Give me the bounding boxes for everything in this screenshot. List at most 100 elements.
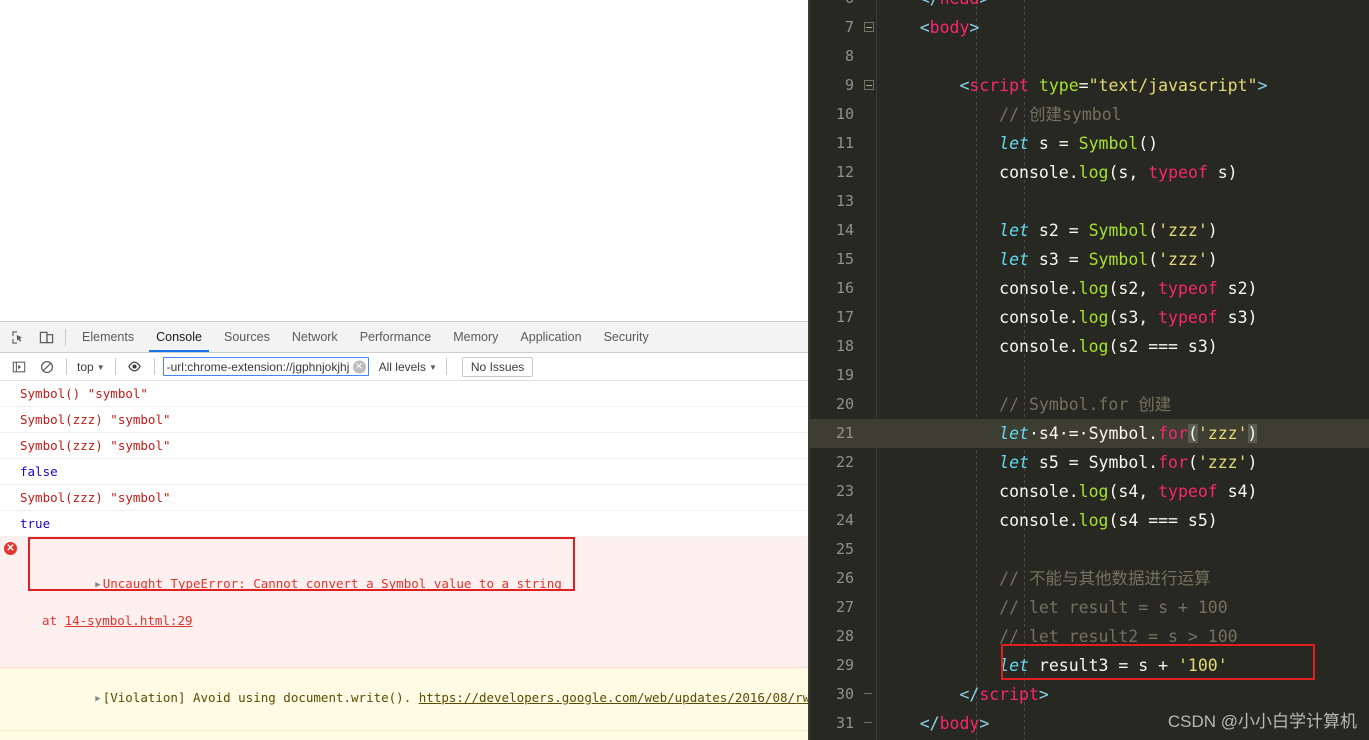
code-text: console.log(s4 === s5) bbox=[999, 506, 1218, 535]
code-line[interactable]: 18 console.log(s2 === s3) bbox=[808, 332, 1369, 361]
fold-dash-icon[interactable] bbox=[864, 718, 872, 728]
clear-input-icon[interactable]: ✕ bbox=[352, 360, 366, 373]
console-message-list[interactable]: Symbol() "symbol" Symbol(zzz) "symbol" S… bbox=[0, 381, 808, 740]
line-number: 21 bbox=[835, 424, 854, 442]
code-line[interactable]: 20 // Symbol.for 创建 bbox=[808, 390, 1369, 419]
tab-performance[interactable]: Performance bbox=[349, 322, 443, 352]
console-warning-message[interactable]: ▶ [Violation] Avoid using document.write(… bbox=[0, 668, 808, 731]
console-error-message[interactable]: ✕ ▶ Uncaught TypeError: Cannot convert a … bbox=[0, 537, 808, 668]
code-line[interactable]: 11 let s = Symbol() bbox=[808, 129, 1369, 158]
code-line[interactable]: 10 // 创建symbol bbox=[808, 100, 1369, 129]
devtools-panel: Elements Console Sources Network Perform… bbox=[0, 321, 808, 740]
code-token: </ bbox=[959, 685, 980, 704]
code-line[interactable]: 16 console.log(s2, typeof s2) bbox=[808, 274, 1369, 303]
code-token: console. bbox=[999, 511, 1079, 530]
live-expression-icon[interactable] bbox=[121, 354, 149, 380]
chevron-down-icon: ▼ bbox=[96, 363, 105, 372]
code-token: // let result = s + 100 bbox=[999, 598, 1228, 617]
tab-sources[interactable]: Sources bbox=[213, 322, 281, 352]
line-number: 27 bbox=[835, 598, 854, 616]
code-line[interactable]: 14 let s2 = Symbol('zzz') bbox=[808, 216, 1369, 245]
tab-elements[interactable]: Elements bbox=[71, 322, 145, 352]
code-line[interactable]: 8 bbox=[808, 42, 1369, 71]
line-number: 24 bbox=[835, 511, 854, 529]
error-stack-line: at 14-symbol.html:29 bbox=[20, 612, 804, 629]
log-levels-select[interactable]: All levels ▼ bbox=[375, 360, 441, 374]
code-token: s4) bbox=[1217, 482, 1258, 501]
code-line[interactable]: 6 </head> bbox=[808, 0, 1369, 13]
code-token: log bbox=[1078, 163, 1109, 182]
code-text: <body> bbox=[920, 13, 980, 42]
line-number: 25 bbox=[835, 540, 854, 558]
console-message: Symbol(zzz) "symbol" bbox=[0, 485, 808, 511]
fold-toggle-icon[interactable] bbox=[864, 22, 874, 32]
tab-security[interactable]: Security bbox=[593, 322, 660, 352]
code-token: > bbox=[979, 0, 989, 8]
code-line[interactable]: 13 bbox=[808, 187, 1369, 216]
toolbar-divider bbox=[65, 328, 66, 346]
code-token: // 不能与其他数据进行运算 bbox=[999, 569, 1211, 588]
expand-arrow-icon[interactable]: ▶ bbox=[95, 577, 100, 594]
code-token: ( bbox=[1148, 221, 1159, 240]
code-token: 'zzz' bbox=[1158, 250, 1208, 269]
code-line[interactable]: 28 // let result2 = s > 100 bbox=[808, 622, 1369, 651]
console-filter-box[interactable]: ✕ bbox=[162, 357, 369, 376]
line-number: 11 bbox=[835, 134, 854, 152]
code-token: typeof bbox=[1158, 482, 1218, 501]
code-line[interactable]: 21 let·s4·=·Symbol.for('zzz') bbox=[808, 419, 1369, 448]
code-token: script bbox=[969, 76, 1029, 95]
issues-button[interactable]: No Issues bbox=[461, 356, 534, 377]
tab-application[interactable]: Application bbox=[509, 322, 592, 352]
console-filter-input[interactable] bbox=[163, 358, 368, 375]
code-line[interactable]: 30 </script> bbox=[808, 680, 1369, 709]
code-token: body bbox=[939, 714, 980, 733]
line-number: 15 bbox=[835, 250, 854, 268]
code-token: Symbol. bbox=[1088, 453, 1159, 472]
line-number: 29 bbox=[835, 656, 854, 674]
code-token: 'zzz' bbox=[1197, 424, 1248, 443]
code-line[interactable]: 29 let result3 = s + '100' bbox=[808, 651, 1369, 680]
code-text: let result3 = s + '100' bbox=[999, 651, 1228, 680]
code-line[interactable]: 24 console.log(s4 === s5) bbox=[808, 506, 1369, 535]
error-source-link[interactable]: 14-symbol.html:29 bbox=[65, 613, 193, 628]
code-editor[interactable]: 6</head>7<body>89<script type="text/java… bbox=[808, 0, 1369, 740]
console-sidebar-icon[interactable] bbox=[5, 354, 33, 380]
tab-memory[interactable]: Memory bbox=[442, 322, 509, 352]
code-token: log bbox=[1078, 337, 1109, 356]
code-line[interactable]: 27 // let result = s + 100 bbox=[808, 593, 1369, 622]
code-line[interactable]: 23 console.log(s4, typeof s4) bbox=[808, 477, 1369, 506]
line-number: 22 bbox=[835, 453, 854, 471]
code-line[interactable]: 7 <body> bbox=[808, 13, 1369, 42]
console-message: false bbox=[0, 459, 808, 485]
tab-console[interactable]: Console bbox=[145, 322, 213, 352]
device-toolbar-icon[interactable] bbox=[32, 324, 60, 350]
line-number: 28 bbox=[835, 627, 854, 645]
code-line[interactable]: 25 bbox=[808, 535, 1369, 564]
expand-arrow-icon[interactable]: ▶ bbox=[95, 691, 100, 708]
line-number: 30 bbox=[835, 685, 854, 703]
code-token: console. bbox=[999, 279, 1079, 298]
inspect-element-icon[interactable] bbox=[4, 324, 32, 350]
console-warning-message[interactable]: ▶[Violation] Parser was blocked due to d… bbox=[0, 731, 808, 740]
code-line[interactable]: 9 <script type="text/javascript"> bbox=[808, 71, 1369, 100]
execution-context-select[interactable]: top ▼ bbox=[72, 360, 110, 374]
fold-toggle-icon[interactable] bbox=[864, 80, 874, 90]
code-token: typeof bbox=[1158, 279, 1218, 298]
fold-dash-icon[interactable] bbox=[864, 689, 872, 699]
code-token: ( bbox=[1148, 250, 1159, 269]
code-token: log bbox=[1078, 482, 1109, 501]
code-line[interactable]: 19 bbox=[808, 361, 1369, 390]
clear-console-icon[interactable] bbox=[33, 354, 61, 380]
code-line[interactable]: 12 console.log(s, typeof s) bbox=[808, 158, 1369, 187]
code-line[interactable]: 26 // 不能与其他数据进行运算 bbox=[808, 564, 1369, 593]
tab-network[interactable]: Network bbox=[281, 322, 349, 352]
code-token: log bbox=[1078, 308, 1109, 327]
code-token: let bbox=[999, 250, 1029, 269]
code-line[interactable]: 15 let s3 = Symbol('zzz') bbox=[808, 245, 1369, 274]
warning-link[interactable]: https://developers.google.com/web/update… bbox=[419, 690, 803, 705]
code-token: ) bbox=[1207, 250, 1218, 269]
code-lines[interactable]: 6</head>7<body>89<script type="text/java… bbox=[808, 0, 1369, 738]
code-line[interactable]: 17 console.log(s3, typeof s3) bbox=[808, 303, 1369, 332]
code-line[interactable]: 22 let s5 = Symbol.for('zzz') bbox=[808, 448, 1369, 477]
